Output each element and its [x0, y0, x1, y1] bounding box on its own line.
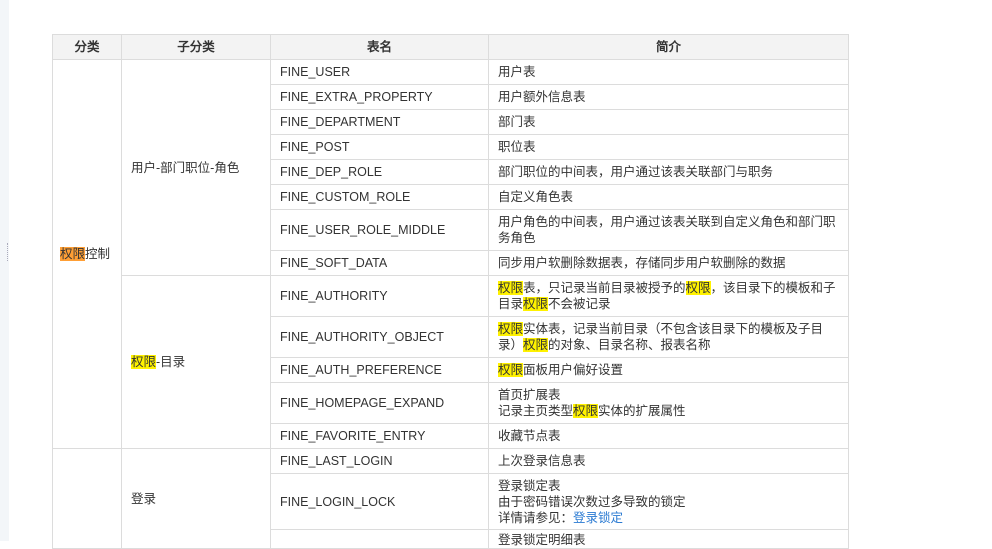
table-name-cell: FINE_LAST_LOGIN	[270, 448, 489, 474]
category-text: 控制	[85, 247, 111, 261]
desc-text: 面板用户偏好设置	[523, 363, 624, 377]
highlight-term: 权限	[498, 363, 524, 377]
description-cell: 同步用户软删除数据表，存储同步用户软删除的数据	[488, 250, 849, 276]
table-header-row: 分类 子分类 表名 简介	[52, 34, 849, 60]
table-name-cell: FINE_SOFT_DATA	[270, 250, 489, 276]
desc-text: 记录主页类型	[498, 404, 574, 418]
description-cell: 登录锁定明细表	[488, 529, 849, 549]
subcategory-cell: 用户-部门职位-角色	[121, 59, 271, 276]
header-table-name: 表名	[270, 34, 489, 60]
header-subcategory: 子分类	[121, 34, 271, 60]
description-cell: 部门表	[488, 109, 849, 135]
description-cell: 权限面板用户偏好设置	[488, 357, 849, 383]
desc-text: 实体的扩展属性	[598, 404, 686, 418]
description-cell: 用户表	[488, 59, 849, 85]
db-tables-table: 分类 子分类 表名 简介 权限控制 用户-部门职位-角色 FINE_USER 用…	[52, 34, 849, 549]
resize-handle[interactable]	[7, 243, 10, 261]
table-name-cell: FINE_DEP_ROLE	[270, 159, 489, 185]
description-cell: 权限实体表，记录当前目录（不包含该目录下的模板及子目录）权限的对象、目录名称、报…	[488, 316, 849, 358]
subcategory-text: -目录	[156, 355, 186, 369]
table-name-cell: FINE_AUTH_PREFERENCE	[270, 357, 489, 383]
highlight-term: 权限	[573, 404, 599, 418]
table-name-cell: FINE_AUTHORITY	[270, 275, 489, 317]
desc-text: 表，只记录当前目录被授予的	[523, 281, 686, 295]
table-name-cell: FINE_HOMEPAGE_EXPAND	[270, 382, 489, 424]
desc-text: 详情请参见：	[498, 510, 574, 525]
category-cell: 权限控制	[52, 59, 122, 449]
description-cell: 职位表	[488, 134, 849, 160]
login-lock-link[interactable]: 登录锁定	[573, 511, 623, 525]
description-cell: 用户角色的中间表，用户通过该表关联到自定义角色和部门职务角色	[488, 209, 849, 251]
highlight-term: 权限	[131, 355, 157, 369]
highlight-term: 权限	[685, 281, 711, 295]
description-cell: 收藏节点表	[488, 423, 849, 449]
subcategory-cell: 权限-目录	[121, 275, 271, 449]
description-cell: 权限表，只记录当前目录被授予的权限，该目录下的模板和子目录权限不会被记录	[488, 275, 849, 317]
table-name-cell: FINE_POST	[270, 134, 489, 160]
table-row: 权限-目录 FINE_AUTHORITY 权限表，只记录当前目录被授予的权限，该…	[53, 275, 849, 449]
highlight-term: 权限	[523, 297, 549, 311]
header-description: 简介	[488, 34, 849, 60]
table-name-cell: FINE_AUTHORITY_OBJECT	[270, 316, 489, 358]
table-name-cell: FINE_LOGIN_LOCK	[270, 473, 489, 530]
desc-line: 详情请参见：登录锁定	[498, 510, 839, 526]
subcategory-cell: 登录	[121, 448, 271, 549]
description-cell: 自定义角色表	[488, 184, 849, 210]
table-row: 权限控制 用户-部门职位-角色 FINE_USER 用户表	[52, 59, 849, 449]
table-name-cell: FINE_CUSTOM_ROLE	[270, 184, 489, 210]
category-cell	[52, 448, 122, 549]
left-gutter	[0, 0, 9, 541]
description-cell: 首页扩展表 记录主页类型权限实体的扩展属性	[488, 382, 849, 424]
table-name-cell: FINE_USER_ROLE_MIDDLE	[270, 209, 489, 251]
desc-line: 由于密码错误次数过多导致的锁定	[498, 494, 686, 509]
description-cell: 上次登录信息表	[488, 448, 849, 474]
table-row: 登录 FINE_LAST_LOGIN 上次登录信息表	[52, 448, 849, 549]
table-name-cell: FINE_USER	[270, 59, 489, 85]
table-name-cell	[270, 529, 489, 549]
description-cell: 部门职位的中间表，用户通过该表关联部门与职务	[488, 159, 849, 185]
desc-line: 记录主页类型权限实体的扩展属性	[498, 403, 839, 419]
table-name-cell: FINE_EXTRA_PROPERTY	[270, 84, 489, 110]
highlight-term: 权限	[498, 281, 524, 295]
desc-text: 不会被记录	[548, 297, 611, 311]
highlight-term: 权限	[60, 247, 86, 261]
highlight-term: 权限	[498, 322, 524, 336]
desc-line: 登录锁定表	[498, 478, 561, 493]
table-name-cell: FINE_DEPARTMENT	[270, 109, 489, 135]
desc-line: 首页扩展表	[498, 388, 561, 402]
header-category: 分类	[52, 34, 122, 60]
description-cell: 登录锁定表 由于密码错误次数过多导致的锁定 详情请参见：登录锁定	[488, 473, 849, 530]
table-name-cell: FINE_FAVORITE_ENTRY	[270, 423, 489, 449]
highlight-term: 权限	[523, 338, 549, 352]
desc-text: 的对象、目录名称、报表名称	[548, 338, 711, 352]
description-cell: 用户额外信息表	[488, 84, 849, 110]
